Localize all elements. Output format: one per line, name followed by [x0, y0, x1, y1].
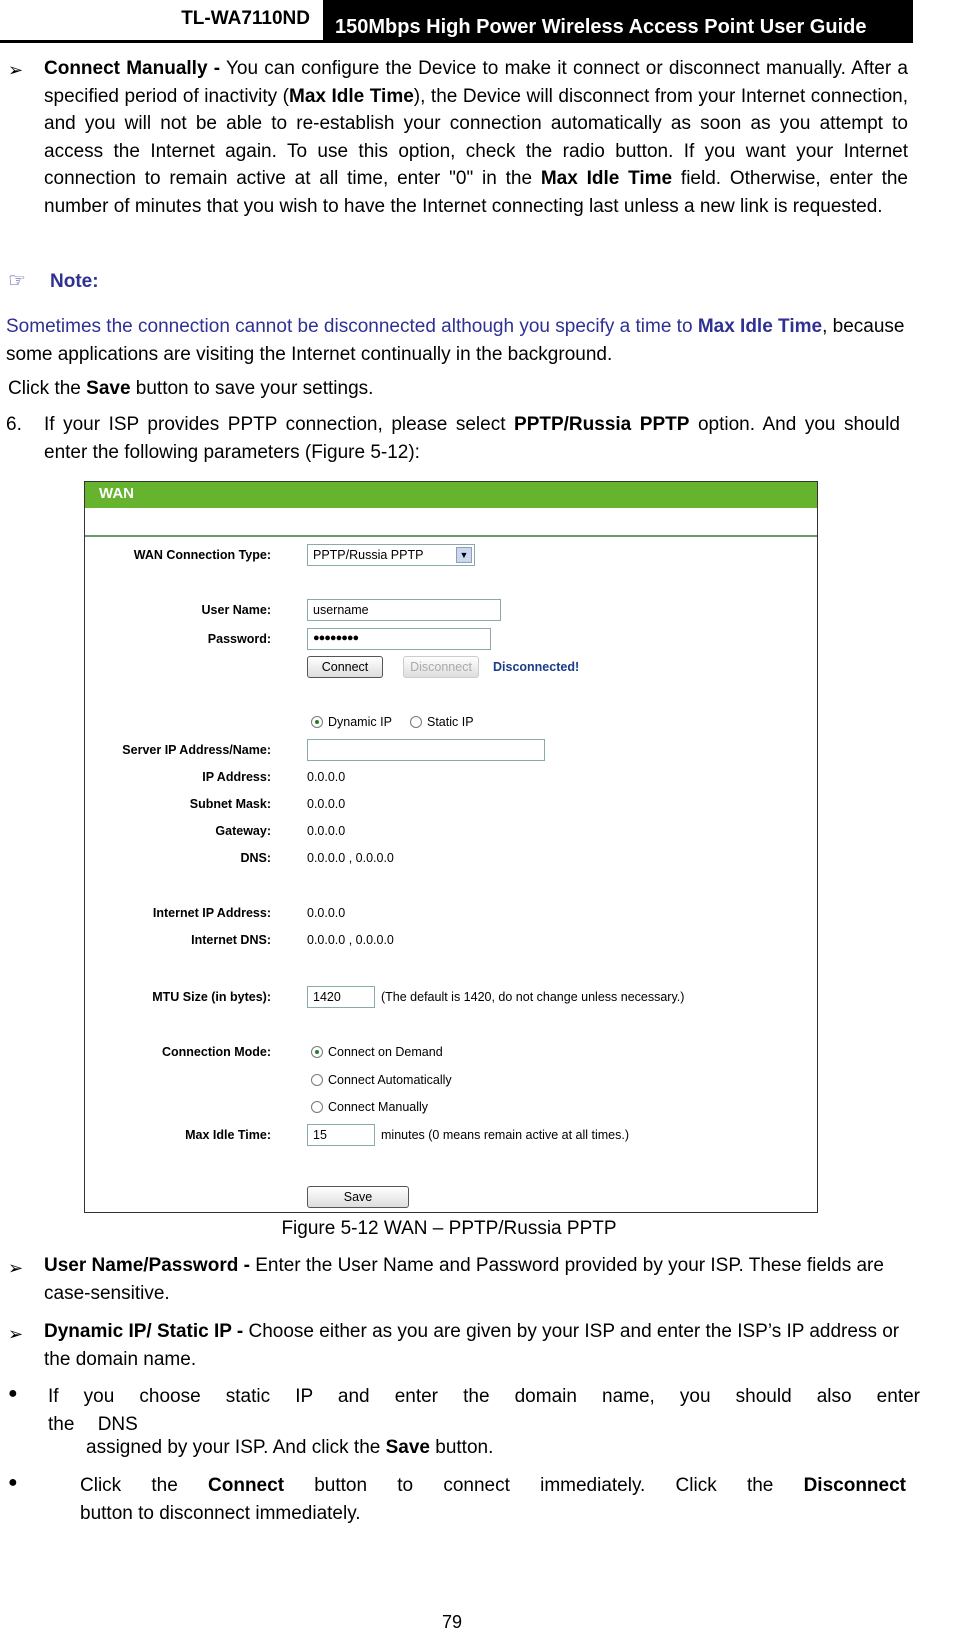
dynamic-ip-radio[interactable]: Dynamic IP: [311, 715, 392, 729]
connect-disconnect-note: Click the Connect button to connect imme…: [80, 1475, 906, 1524]
mtu-input[interactable]: 1420: [307, 986, 375, 1008]
bullet-dot-icon: ●: [8, 1474, 18, 1491]
dns-value: 0.0.0.0 , 0.0.0.0: [307, 851, 394, 865]
bullet-arrow-icon: ➢: [8, 1258, 24, 1278]
internet-ip-value: 0.0.0.0: [307, 906, 346, 920]
password-label: Password:: [207, 632, 271, 646]
internet-dns-label: Internet DNS:: [191, 933, 271, 947]
username-input[interactable]: username: [307, 599, 501, 621]
ip-label: IP Address:: [202, 770, 271, 784]
connection-status: Disconnected!: [493, 660, 580, 674]
mtu-hint: (The default is 1420, do not change unle…: [381, 990, 685, 1004]
gateway-value: 0.0.0.0: [307, 824, 346, 838]
connect-button[interactable]: Connect: [307, 656, 383, 678]
note-label: Note:: [50, 271, 99, 292]
dns-label: DNS:: [240, 851, 271, 865]
figure-caption: Figure 5-12 WAN – PPTP/Russia PPTP: [281, 1218, 617, 1239]
figure-divider: [85, 535, 817, 537]
connect-on-demand-radio[interactable]: Connect on Demand: [311, 1045, 443, 1059]
password-input[interactable]: ●●●●●●●●: [307, 628, 491, 650]
header-divider: [0, 40, 913, 43]
page-number: 79: [441, 1612, 463, 1632]
disconnect-button[interactable]: Disconnect: [403, 656, 479, 678]
connect-automatically-radio[interactable]: Connect Automatically: [311, 1073, 452, 1087]
connect-manually-paragraph: Connect Manually - You can configure the…: [44, 58, 908, 217]
max-idle-hint: minutes (0 means remain active at all ti…: [381, 1128, 630, 1142]
step-number: 6.: [6, 414, 22, 435]
note-text: Sometimes the connection cannot be disco…: [6, 316, 905, 365]
internet-ip-label: Internet IP Address:: [152, 906, 271, 920]
subnet-value: 0.0.0.0: [307, 797, 346, 811]
save-instruction: Click the Save button to save your setti…: [8, 378, 374, 399]
wan-type-label: WAN Connection Type:: [133, 548, 271, 562]
wan-title-bar: WAN: [85, 482, 817, 508]
header-title: 150Mbps High Power Wireless Access Point…: [323, 0, 913, 40]
internet-dns-value: 0.0.0.0 , 0.0.0.0: [307, 933, 394, 947]
bullet-dot-icon: ●: [8, 1385, 18, 1402]
username-label: User Name:: [201, 603, 271, 617]
bullet-arrow-icon: ➢: [8, 1324, 24, 1344]
max-idle-label: Max Idle Time:: [185, 1128, 271, 1142]
bullet-arrow-icon: ➢: [8, 60, 24, 80]
username-password-paragraph: User Name/Password - Enter the User Name…: [44, 1255, 884, 1304]
server-label: Server IP Address/Name:: [122, 743, 271, 757]
wan-type-select[interactable]: PPTP/Russia PPTP ▼: [307, 544, 475, 566]
dynamic-static-paragraph: Dynamic IP/ Static IP - Choose either as…: [44, 1321, 900, 1370]
max-idle-input[interactable]: 15: [307, 1124, 375, 1146]
connection-mode-label: Connection Mode:: [161, 1045, 271, 1059]
static-ip-radio[interactable]: Static IP: [410, 715, 474, 729]
server-input[interactable]: [307, 739, 545, 761]
note-hand-icon: ☞: [8, 270, 26, 292]
gateway-label: Gateway:: [215, 824, 271, 838]
mtu-label: MTU Size (in bytes):: [152, 990, 271, 1004]
connect-manually-radio[interactable]: Connect Manually: [311, 1100, 428, 1114]
chevron-down-icon: ▼: [456, 547, 472, 563]
wan-settings-figure: WAN WAN Connection Type: PPTP/Russia PPT…: [84, 481, 818, 1213]
save-button[interactable]: Save: [307, 1186, 409, 1208]
subnet-label: Subnet Mask:: [189, 797, 271, 811]
static-ip-note-line1: If you choose static IP and enter the do…: [48, 1386, 920, 1435]
step6-text: If your ISP provides PPTP connection, pl…: [44, 414, 900, 463]
header-model: TL-WA7110ND: [181, 8, 310, 29]
ip-value: 0.0.0.0: [307, 770, 346, 784]
static-ip-note-line2: assigned by your ISP. And click the Save…: [86, 1437, 494, 1458]
